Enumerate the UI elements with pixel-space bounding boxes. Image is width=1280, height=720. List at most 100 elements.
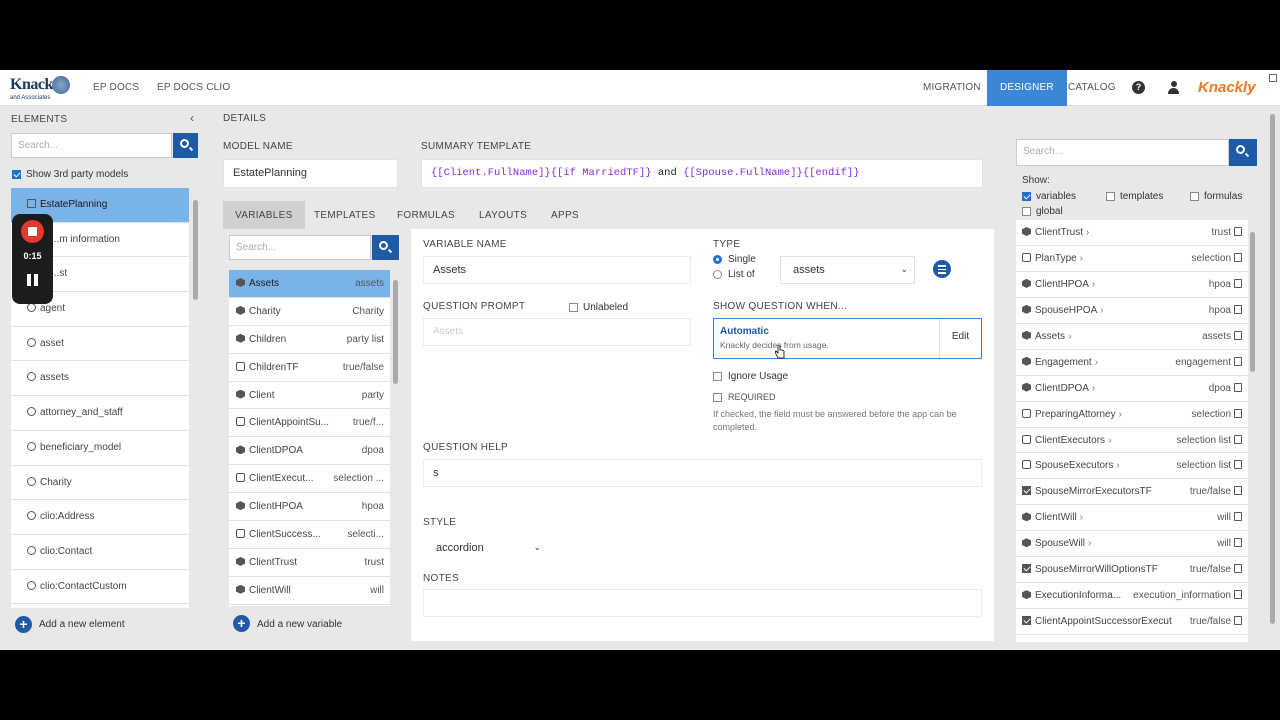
chevron-right-icon[interactable]: › (1080, 253, 1083, 264)
list-item[interactable]: attorney_and_staff (11, 396, 189, 431)
nav-catalog[interactable]: CATALOG (1068, 82, 1116, 93)
show-templates-checkbox[interactable] (1106, 192, 1115, 201)
show-variables-checkbox[interactable] (1022, 192, 1031, 201)
references-scrollbar[interactable] (1250, 220, 1256, 642)
chevron-right-icon[interactable]: › (1108, 435, 1111, 446)
copy-icon[interactable] (1234, 590, 1242, 600)
show-3rd-party-checkbox[interactable] (12, 170, 21, 179)
variable-row[interactable]: ClientTrust trust (229, 549, 390, 577)
chevron-right-icon[interactable]: › (1088, 538, 1091, 549)
unlabeled-checkbox[interactable] (569, 303, 578, 312)
add-element-link[interactable]: Add a new element (39, 619, 125, 630)
copy-icon[interactable] (1234, 356, 1242, 366)
list-item[interactable]: assets (11, 361, 189, 397)
reference-row[interactable]: ClientWill › will (1016, 505, 1248, 532)
variable-row[interactable]: ClientDPOA dpoa (229, 437, 390, 466)
reference-row[interactable]: Assets › assets (1016, 324, 1248, 350)
notes-input[interactable] (423, 589, 982, 617)
variable-row[interactable]: ChildrenTF true/false (229, 354, 390, 382)
list-item[interactable]: clio:ContactCustom (11, 570, 189, 605)
chevron-right-icon[interactable]: › (1119, 409, 1122, 420)
collapse-left-icon[interactable]: ‹ (190, 111, 194, 125)
references-search-input[interactable]: Search... (1016, 139, 1229, 166)
copy-icon[interactable] (1234, 304, 1242, 314)
variables-search-input[interactable]: Search... (229, 235, 371, 260)
copy-icon[interactable] (1234, 512, 1242, 522)
list-item[interactable]: beneficiary_model (11, 431, 189, 466)
show-formulas-checkbox[interactable] (1190, 192, 1199, 201)
copy-icon[interactable] (1234, 460, 1242, 470)
reference-row[interactable]: ClientDPOA › dpoa (1016, 376, 1248, 402)
variable-row[interactable]: ClientExecut... selection ... (229, 465, 390, 494)
reference-row[interactable]: PlanType › selection (1016, 246, 1248, 272)
variable-row[interactable]: ClientHPOA hpoa (229, 493, 390, 522)
type-single-radio[interactable] (713, 255, 722, 264)
reference-row[interactable]: SpouseWill › will (1016, 531, 1248, 558)
variable-row[interactable]: ClientAppointSu... true/f... (229, 409, 390, 438)
copy-icon[interactable] (1234, 227, 1242, 236)
copy-icon[interactable] (1234, 538, 1242, 548)
reference-row[interactable]: SpouseExecutors › selection list (1016, 453, 1248, 480)
reference-row[interactable]: ExecutionInforma... execution_information (1016, 583, 1248, 610)
help-icon[interactable]: ? (1132, 81, 1145, 94)
nav-designer[interactable]: DESIGNER (987, 70, 1067, 106)
pause-icon[interactable] (27, 274, 39, 286)
elements-search-button[interactable] (173, 133, 198, 158)
reference-row[interactable]: ClientExecutors › selection list (1016, 428, 1248, 454)
variable-row[interactable]: Client party (229, 382, 390, 410)
chevron-right-icon[interactable]: › (1086, 227, 1089, 238)
tab-templates[interactable]: TEMPLATES (302, 201, 387, 229)
copy-icon[interactable] (1234, 330, 1242, 340)
required-checkbox[interactable] (713, 393, 722, 402)
type-list-radio[interactable] (713, 270, 722, 279)
reference-row[interactable]: Engagement › engagement (1016, 350, 1248, 376)
nav-migration[interactable]: MIGRATION (923, 82, 981, 93)
copy-icon[interactable] (1234, 486, 1242, 496)
stop-record-icon[interactable] (21, 220, 44, 243)
summary-template-input[interactable]: {[Client.FullName]}{[if MarriedTF]} and … (421, 159, 983, 188)
nav-ep-docs[interactable]: EP DOCS (93, 82, 139, 93)
elements-search-input[interactable]: Search... (11, 133, 172, 158)
variable-row[interactable]: Children party list (229, 326, 390, 354)
show-global-checkbox[interactable] (1022, 207, 1031, 216)
tab-variables[interactable]: VARIABLES (223, 201, 305, 229)
variable-name-input[interactable]: Assets (423, 256, 691, 284)
list-item[interactable]: asset (11, 327, 189, 362)
question-prompt-input[interactable]: Assets (423, 318, 691, 346)
ignore-usage-checkbox[interactable] (713, 372, 722, 381)
tab-apps[interactable]: APPS (539, 201, 591, 229)
chevron-right-icon[interactable]: › (1092, 279, 1095, 290)
variable-row[interactable]: ClientWill will (229, 577, 390, 605)
list-item[interactable]: clio:Contact (11, 535, 189, 570)
chevron-right-icon[interactable]: › (1080, 512, 1083, 523)
copy-icon[interactable] (1234, 278, 1242, 288)
nav-ep-docs-clio[interactable]: EP DOCS CLIO (157, 82, 230, 93)
reference-row[interactable]: ClientTrust › trust (1016, 220, 1248, 246)
variable-row[interactable]: Assets assets (229, 270, 390, 298)
copy-icon[interactable] (1234, 616, 1242, 626)
scrollbar-thumb[interactable] (1270, 114, 1275, 624)
list-item[interactable]: clio:Address (11, 500, 189, 535)
reference-row[interactable]: PreparingAttorney › selection (1016, 402, 1248, 428)
reference-row[interactable]: ClientHPOA › hpoa (1016, 272, 1248, 298)
reference-row[interactable]: SpouseMirrorWillOptionsTF true/false (1016, 557, 1248, 584)
variable-row[interactable]: ClientSuccess... selecti... (229, 521, 390, 549)
variable-row[interactable]: Charity Charity (229, 298, 390, 326)
page-scrollbar[interactable] (1270, 106, 1276, 636)
user-icon[interactable] (1168, 81, 1180, 94)
menu-icon[interactable] (933, 260, 951, 278)
references-search-button[interactable] (1229, 139, 1257, 166)
scrollbar-thumb[interactable] (193, 200, 198, 300)
question-help-input[interactable]: s (423, 459, 982, 487)
reference-row[interactable]: SpouseMirrorExecutorsTF true/false (1016, 479, 1248, 506)
show-when-condition[interactable]: Automatic Knackly decides from usage. Ed… (713, 318, 982, 359)
copy-icon[interactable] (1234, 252, 1242, 262)
scrollbar-thumb[interactable] (1250, 232, 1255, 372)
reference-row[interactable]: SpouseHPOA › hpoa (1016, 298, 1248, 324)
chevron-right-icon[interactable]: › (1095, 357, 1098, 368)
chevron-right-icon[interactable]: › (1100, 305, 1103, 316)
variables-search-button[interactable] (372, 235, 399, 260)
chevron-right-icon[interactable]: › (1092, 383, 1095, 394)
copy-icon[interactable] (1234, 564, 1242, 574)
list-item[interactable]: Charity (11, 466, 189, 501)
